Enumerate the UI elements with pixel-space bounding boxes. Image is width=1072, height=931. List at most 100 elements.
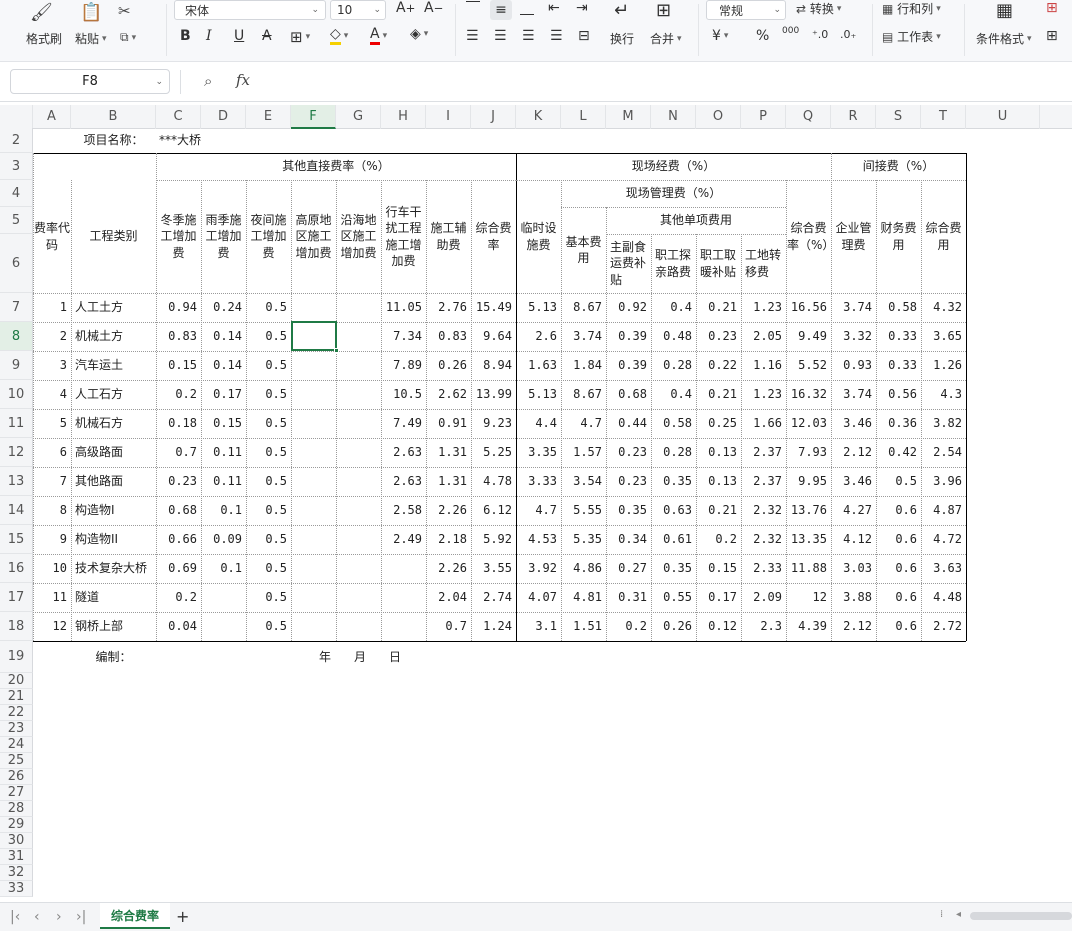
data-cell[interactable]: [337, 612, 380, 641]
rows-cols-button[interactable]: ▦ 行和列 ▾: [882, 0, 941, 17]
data-cell[interactable]: 5.92: [472, 525, 515, 554]
data-cell[interactable]: 15.49: [472, 293, 515, 322]
data-cell[interactable]: 7.49: [382, 409, 425, 438]
data-cell[interactable]: 2.05: [742, 322, 785, 351]
column-title[interactable]: 综合费率: [472, 180, 515, 293]
data-cell[interactable]: 3: [34, 351, 70, 380]
data-cell[interactable]: 0.27: [607, 554, 650, 583]
spreadsheet-grid[interactable]: ABCDEFGHIJKLMNOPQRSTU 2 3 4 5 6 7 8 9 10 11 12 13 14…: [0, 102, 1072, 902]
data-cell[interactable]: 0.5: [247, 525, 290, 554]
footer-prepared-by[interactable]: 编制：: [71, 641, 156, 673]
data-cell[interactable]: 9.64: [472, 322, 515, 351]
data-cell[interactable]: 0.48: [652, 322, 695, 351]
data-cell[interactable]: [337, 380, 380, 409]
project-type-cell[interactable]: 技术复杂大桥: [72, 554, 155, 583]
decrease-font-icon[interactable]: A −: [424, 0, 443, 16]
data-cell[interactable]: [337, 496, 380, 525]
data-cell[interactable]: 3.35: [517, 438, 560, 467]
data-cell[interactable]: 2.09: [742, 583, 785, 612]
row-header[interactable]: 12: [0, 438, 33, 467]
data-cell[interactable]: 0.42: [877, 438, 920, 467]
data-cell[interactable]: [292, 554, 335, 583]
border-icon[interactable]: ⊞ ▾: [290, 28, 310, 46]
project-type-cell[interactable]: 人工石方: [72, 380, 155, 409]
data-cell[interactable]: 0.15: [202, 409, 245, 438]
data-cell[interactable]: 2.37: [742, 438, 785, 467]
project-type-cell[interactable]: 隧道: [72, 583, 155, 612]
project-type-cell[interactable]: 汽车运土: [72, 351, 155, 380]
data-cell[interactable]: 3.74: [832, 380, 875, 409]
data-cell[interactable]: 0.83: [427, 322, 470, 351]
horizontal-scrollbar[interactable]: [970, 912, 1072, 920]
header-other-single[interactable]: 其他单项费用: [606, 207, 786, 234]
data-cell[interactable]: [382, 554, 425, 583]
column-header[interactable]: O: [696, 105, 741, 129]
data-cell[interactable]: 0.11: [202, 438, 245, 467]
data-cell[interactable]: 3.82: [922, 409, 965, 438]
data-cell[interactable]: [382, 612, 425, 641]
column-header[interactable]: H: [381, 105, 426, 129]
merge-cells-button[interactable]: 合并 ▾: [650, 30, 682, 47]
data-cell[interactable]: 0.26: [652, 612, 695, 641]
column-title[interactable]: 冬季施工增加费: [157, 180, 200, 293]
data-cell[interactable]: 3.88: [832, 583, 875, 612]
data-cell[interactable]: 0.14: [202, 351, 245, 380]
data-cell[interactable]: 8.94: [472, 351, 515, 380]
number-format-select[interactable]: 常规 ⌄: [706, 0, 786, 20]
data-cell[interactable]: 3.74: [832, 293, 875, 322]
data-cell[interactable]: 4.78: [472, 467, 515, 496]
distributed-icon[interactable]: ⊟: [578, 28, 590, 44]
data-cell[interactable]: 0.5: [247, 322, 290, 351]
data-cell[interactable]: 0.11: [202, 467, 245, 496]
tab-sheet-active[interactable]: 综合费率: [100, 903, 170, 929]
data-cell[interactable]: [292, 293, 335, 322]
data-cell[interactable]: 0.26: [427, 351, 470, 380]
data-cell[interactable]: 7: [34, 467, 70, 496]
data-cell[interactable]: 9: [34, 525, 70, 554]
row-header[interactable]: 5: [0, 207, 33, 234]
row-header[interactable]: 9: [0, 351, 33, 380]
data-cell[interactable]: 6: [34, 438, 70, 467]
data-cell[interactable]: 0.15: [697, 554, 740, 583]
column-header[interactable]: R: [831, 105, 876, 129]
data-cell[interactable]: [337, 293, 380, 322]
data-cell[interactable]: [292, 438, 335, 467]
data-cell[interactable]: [337, 409, 380, 438]
data-cell[interactable]: 1.51: [562, 612, 605, 641]
row-header[interactable]: 26: [0, 769, 33, 785]
row-header[interactable]: 14: [0, 496, 33, 525]
thousands-button[interactable]: 000: [782, 26, 799, 36]
project-type-cell[interactable]: 高级路面: [72, 438, 155, 467]
data-cell[interactable]: 3.96: [922, 467, 965, 496]
data-cell[interactable]: 3.46: [832, 409, 875, 438]
data-cell[interactable]: 1: [34, 293, 70, 322]
data-cell[interactable]: 12: [787, 583, 830, 612]
data-cell[interactable]: 4.07: [517, 583, 560, 612]
data-cell[interactable]: 13.76: [787, 496, 830, 525]
column-header[interactable]: Q: [786, 105, 831, 129]
data-cell[interactable]: 13.99: [472, 380, 515, 409]
data-cell[interactable]: 2.18: [427, 525, 470, 554]
first-sheet-icon[interactable]: |‹: [10, 909, 20, 925]
data-cell[interactable]: 5.25: [472, 438, 515, 467]
data-cell[interactable]: 0.33: [877, 351, 920, 380]
data-cell[interactable]: 0.13: [697, 467, 740, 496]
data-cell[interactable]: 0.2: [607, 612, 650, 641]
currency-button[interactable]: ¥ ▾: [712, 28, 728, 44]
column-header[interactable]: N: [651, 105, 696, 129]
data-cell[interactable]: 0.23: [697, 322, 740, 351]
data-cell[interactable]: 3.03: [832, 554, 875, 583]
data-cell[interactable]: 0.12: [697, 612, 740, 641]
format-painter-button[interactable]: 格式刷: [26, 30, 62, 47]
data-cell[interactable]: 8.67: [562, 293, 605, 322]
data-cell[interactable]: [292, 351, 335, 380]
data-cell[interactable]: [337, 554, 380, 583]
data-cell[interactable]: 2.32: [742, 525, 785, 554]
data-cell[interactable]: 4.4: [517, 409, 560, 438]
data-cell[interactable]: 8: [34, 496, 70, 525]
data-cell[interactable]: 3.74: [562, 322, 605, 351]
column-title[interactable]: 基本费用: [561, 207, 606, 293]
row-header[interactable]: 4: [0, 180, 33, 207]
data-cell[interactable]: 10.5: [382, 380, 425, 409]
data-cell[interactable]: 5.55: [562, 496, 605, 525]
